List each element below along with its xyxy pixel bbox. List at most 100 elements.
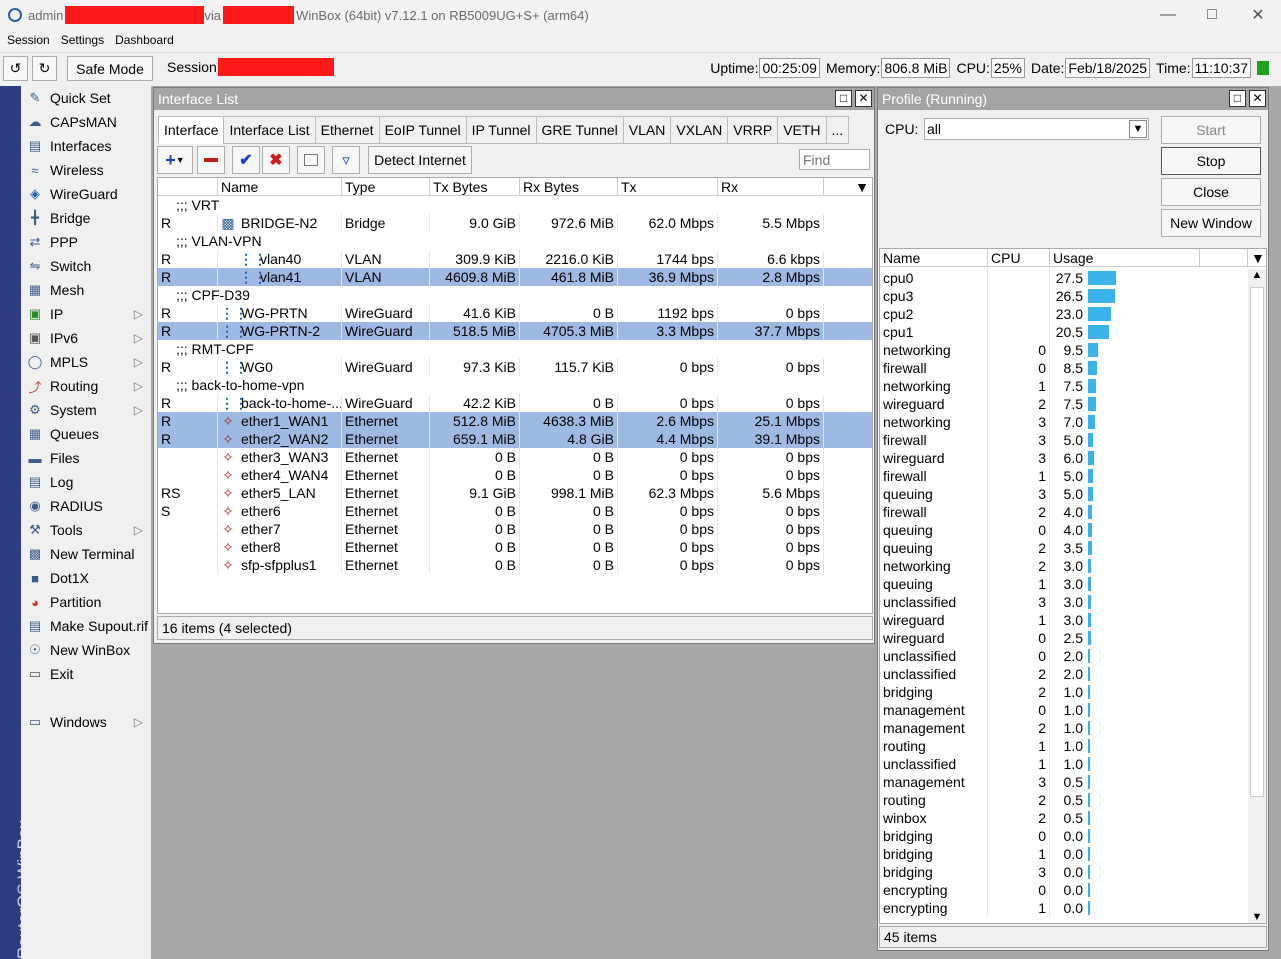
tab-more[interactable]: ... [825,116,850,144]
table-row[interactable]: management 3 0.5 [880,773,1248,791]
table-row[interactable]: routing 2 0.5 [880,791,1248,809]
tab-interface[interactable]: Interface [158,116,225,144]
table-row[interactable]: wireguard 2 7.5 [880,395,1248,413]
group-comment-row[interactable]: ;;; RMT-CPF [158,340,872,358]
table-row[interactable]: unclassified 0 2.0 [880,647,1248,665]
column-header-rx-bytes[interactable]: Rx Bytes [520,178,618,196]
table-row[interactable]: R ⋮⋮WG-PRTN WireGuard 41.6 KiB 0 B 1192 bps 0 … [158,304,872,322]
table-row[interactable]: ✧ sfp-sfpplus1 Ethernet 0 B0 B0 bps 0 bps [158,556,872,574]
table-row[interactable]: queuing 2 3.5 [880,539,1248,557]
sidebar-item-switch[interactable]: ⇋ Switch [21,254,151,278]
table-row[interactable]: S ✧ ether6 Ethernet 0 B0 B0 bps 0 bps [158,502,872,520]
column-header-cpu[interactable]: CPU [988,249,1050,267]
group-comment-row[interactable]: ;;; back-to-home-vpn [158,376,872,394]
menu-dashboard[interactable]: Dashboard [115,33,174,47]
table-row[interactable]: firewall 2 4.0 [880,503,1248,521]
safe-mode-button[interactable]: Safe Mode [67,56,153,81]
sidebar-item-quick-set[interactable]: ✎ Quick Set [21,86,151,110]
remove-button[interactable] [197,146,225,174]
sidebar-item-make-supout-rif[interactable]: ▤ Make Supout.rif [21,614,151,638]
menu-settings[interactable]: Settings [61,33,104,47]
add-button[interactable]: + ▼ [157,146,193,174]
table-row[interactable]: bridging 3 0.0 [880,863,1248,881]
table-row[interactable]: encrypting 1 0.0 [880,899,1248,917]
tab-vlan[interactable]: VLAN [622,116,672,144]
table-row[interactable]: winbox 2 0.5 [880,809,1248,827]
table-row[interactable]: unclassified 3 3.0 [880,593,1248,611]
disable-button[interactable]: ✖ [262,146,290,174]
table-row[interactable]: ✧ ether8 Ethernet 0 B0 B0 bps 0 bps [158,538,872,556]
table-row[interactable]: firewall 3 5.0 [880,431,1248,449]
sidebar-item-capsman[interactable]: ☁ CAPsMAN [21,110,151,134]
detect-internet-button[interactable]: Detect Internet [368,146,472,174]
table-row[interactable]: R ⋮⋮WG-PRTN-2 WireGuard 518.5 MiB 4705.3 MiB… [158,322,872,340]
column-chooser-icon[interactable]: ▼ [824,178,872,196]
column-chooser-icon[interactable]: ▼ [1248,249,1266,267]
table-row[interactable]: bridging 1 0.0 [880,845,1248,863]
table-row[interactable]: encrypting 0 0.0 [880,881,1248,899]
table-row[interactable]: cpu3 26.5 [880,287,1248,305]
filter-button[interactable]: ▿ [332,146,360,174]
new-window-button[interactable]: New Window [1161,209,1261,237]
sidebar-item-log[interactable]: ▤ Log [21,470,151,494]
table-row[interactable]: ✧ ether3_WAN3 Ethernet 0 B0 B0 bps 0 bps [158,448,872,466]
column-header-name[interactable]: Name [218,178,342,196]
column-header-usage[interactable]: Usage [1050,249,1200,267]
comment-button[interactable] [297,146,325,174]
table-row[interactable]: networking 2 3.0 [880,557,1248,575]
find-input[interactable] [799,149,870,170]
close-button[interactable]: Close [1161,178,1261,206]
table-row[interactable]: firewall 1 5.0 [880,467,1248,485]
enable-button[interactable]: ✔ [232,146,260,174]
sidebar-item-new-winbox[interactable]: ☉ New WinBox [21,638,151,662]
undo-button[interactable]: ↺ [3,56,28,81]
group-comment-row[interactable]: ;;; VLAN-VPN [158,232,872,250]
column-header-rx[interactable]: Rx [718,178,824,196]
table-row[interactable]: firewall 0 8.5 [880,359,1248,377]
table-row[interactable]: queuing 3 5.0 [880,485,1248,503]
start-button[interactable]: Start [1161,116,1261,144]
cpu-select[interactable]: all ▼ [924,118,1149,140]
sidebar-item-interfaces[interactable]: ▤ Interfaces [21,134,151,158]
minimize-icon[interactable]: — [1145,0,1191,30]
table-row[interactable]: R ✧ ether1_WAN1 Ethernet 512.8 MiB 4638.3 MiB… [158,412,872,430]
menu-session[interactable]: Session [7,33,50,47]
tab-gre-tunnel[interactable]: GRE Tunnel [535,116,624,144]
scroll-up-icon[interactable]: ▲ [1248,269,1266,281]
close-icon[interactable]: ✕ [855,90,872,107]
sidebar-item-new-terminal[interactable]: ▩ New Terminal [21,542,151,566]
sidebar-item-wireguard[interactable]: ◈ WireGuard [21,182,151,206]
column-header-type[interactable]: Type [342,178,430,196]
tab-eoip-tunnel[interactable]: EoIP Tunnel [378,116,467,144]
table-row[interactable]: cpu2 23.0 [880,305,1248,323]
sidebar-item-ip[interactable]: ▣ IP ▷ [21,302,151,326]
table-row[interactable]: wireguard 0 2.5 [880,629,1248,647]
col-blank[interactable] [1200,249,1248,267]
tab-ip-tunnel[interactable]: IP Tunnel [465,116,537,144]
column-header-tx-bytes[interactable]: Tx Bytes [430,178,520,196]
tab-ethernet[interactable]: Ethernet [314,116,380,144]
group-comment-row[interactable]: ;;; VRT [158,196,872,214]
table-row[interactable]: R ⋮⋮WG0 WireGuard 97.3 KiB 115.7 KiB 0 bps 0 b… [158,358,872,376]
table-row[interactable]: ✧ ether4_WAN4 Ethernet 0 B0 B0 bps 0 bps [158,466,872,484]
table-row[interactable]: R ⋮⋮vlan40 VLAN 309.9 KiB 2216.0 KiB 1744 bps… [158,250,872,268]
table-row[interactable]: queuing 1 3.0 [880,575,1248,593]
table-row[interactable]: cpu1 20.5 [880,323,1248,341]
sidebar-item-wireless[interactable]: ≈ Wireless [21,158,151,182]
table-row[interactable]: RS ✧ ether5_LAN Ethernet 9.1 GiB 998.1 MiB 62.… [158,484,872,502]
column-header-tx[interactable]: Tx [618,178,718,196]
table-row[interactable]: bridging 2 1.0 [880,683,1248,701]
sidebar-item-routing[interactable]: ⤴ Routing ▷ [21,374,151,398]
sidebar-item-system[interactable]: ⚙ System ▷ [21,398,151,422]
sidebar-item-dot1x[interactable]: ■ Dot1X [21,566,151,590]
table-row[interactable]: R ⋮⋮back-to-home-... WireGuard 42.2 KiB 0 B0… [158,394,872,412]
stop-button[interactable]: Stop [1161,147,1261,175]
vertical-scrollbar[interactable]: ▲ ▼ [1248,269,1266,923]
tab-veth[interactable]: VETH [777,116,827,144]
sidebar-item-tools[interactable]: ⚒ Tools ▷ [21,518,151,542]
restore-icon[interactable]: □ [835,90,852,107]
table-row[interactable]: networking 3 7.0 [880,413,1248,431]
table-row[interactable]: R ✧ ether2_WAN2 Ethernet 659.1 MiB 4.8 GiB 4.4… [158,430,872,448]
table-row[interactable]: cpu0 27.5 [880,269,1248,287]
table-row[interactable]: management 0 1.0 [880,701,1248,719]
